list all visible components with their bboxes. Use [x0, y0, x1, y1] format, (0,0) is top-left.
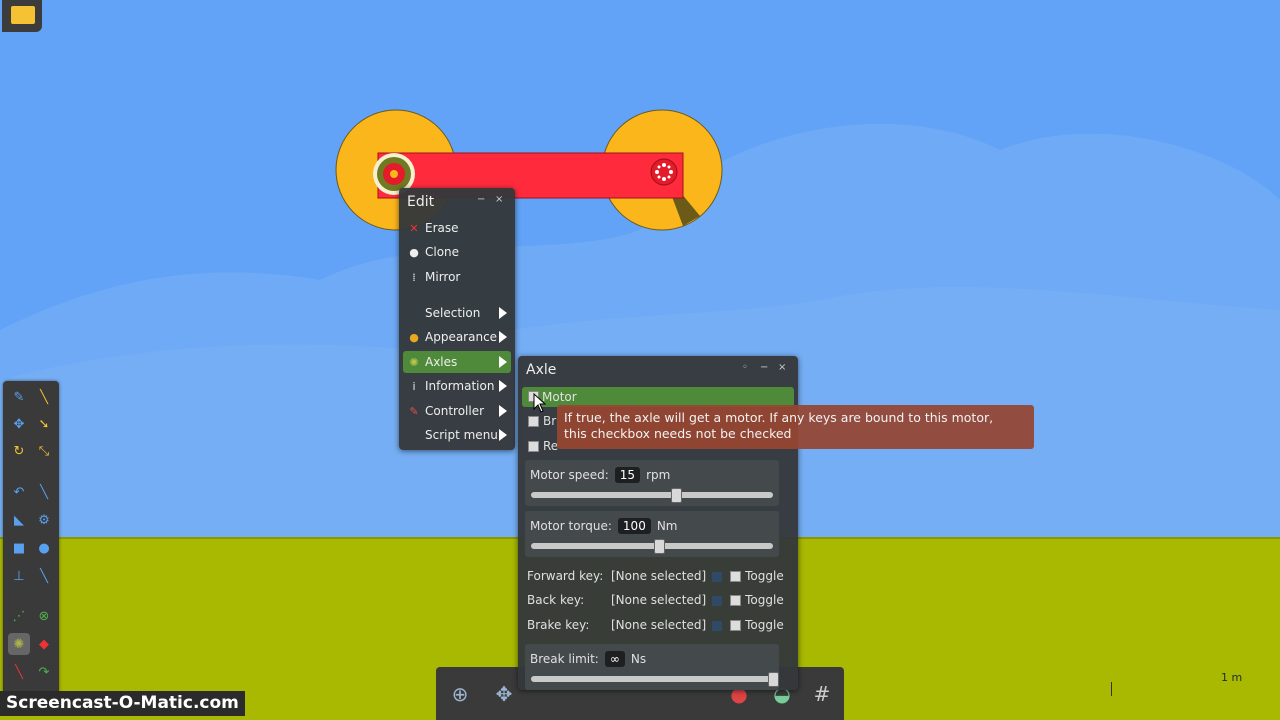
pencil-icon[interactable]: ╲ [33, 386, 55, 408]
mouse-cursor-icon [533, 393, 547, 413]
motor-speed-group: Motor speed: 15 rpm [525, 460, 779, 506]
submenu-arrow-icon [499, 429, 507, 441]
reverse-checkbox-row[interactable]: Re [528, 439, 558, 453]
break-limit-slider-handle[interactable] [768, 672, 779, 687]
submenu-arrow-icon [499, 331, 507, 343]
menu-item-erase[interactable]: ✕ Erase [403, 217, 511, 239]
spring-icon[interactable]: ╲ [33, 565, 55, 587]
edit-menu-title: Edit [407, 194, 435, 210]
minimize-button[interactable]: − [477, 194, 485, 205]
mirror-icon: ⁞ [412, 270, 416, 284]
left-toolbar: ✎ ╲ ✥ ➘ ↻ ⤡ ↶ ╲ ◣ ⚙ ■ ● ⊥ ╲ ⋰ ⊗ ✺ ◆ ╲ ↷ [3, 381, 59, 701]
edit-menu: Edit − × ✕ Erase ● Clone ⁞ Mirror Select… [399, 188, 515, 450]
submenu-arrow-icon [499, 380, 507, 392]
menu-item-clone[interactable]: ● Clone [403, 241, 511, 263]
motor-torque-slider[interactable] [531, 543, 773, 549]
motor-checkbox-row[interactable]: Motor [522, 387, 794, 407]
x-icon: ✕ [409, 221, 419, 235]
grid-icon[interactable]: # [809, 681, 835, 707]
break-limit-group: Break limit: ∞ Ns [525, 644, 779, 690]
zoom-icon[interactable]: ⊕ [447, 681, 473, 707]
scale-icon[interactable]: ⤡ [33, 440, 55, 462]
brake-key-button[interactable] [712, 620, 723, 631]
menu-item-selection[interactable]: Selection [403, 302, 511, 324]
rotate-icon[interactable]: ↻ [8, 440, 30, 462]
box-icon[interactable]: ■ [8, 537, 30, 559]
menu-item-appearance[interactable]: ● Appearance [403, 326, 511, 348]
brush-icon[interactable]: ◣ [8, 509, 30, 531]
close-button[interactable]: × [495, 194, 503, 205]
right-axle [650, 158, 678, 186]
break-limit-slider[interactable] [531, 676, 773, 682]
forward-key-value[interactable]: [None selected] [611, 569, 706, 583]
brake-toggle-checkbox[interactable] [730, 620, 742, 631]
circle-icon[interactable]: ● [33, 537, 55, 559]
submenu-arrow-icon [499, 405, 507, 417]
forward-toggle-checkbox[interactable] [730, 571, 742, 582]
gear-icon[interactable]: ⚙ [33, 509, 55, 531]
break-limit-input[interactable]: ∞ [604, 651, 625, 667]
reverse-checkbox[interactable] [528, 441, 539, 452]
tracer-icon[interactable]: ↷ [33, 661, 55, 683]
forward-key-button[interactable] [712, 571, 723, 582]
watermark: Screencast-O-Matic.com [0, 691, 245, 716]
fixate-icon[interactable]: ⊥ [8, 565, 30, 587]
hook-icon[interactable]: ↶ [8, 481, 30, 503]
motor-speed-slider-handle[interactable] [671, 488, 683, 503]
axle-panel-title: Axle [526, 362, 557, 378]
thruster-icon[interactable]: ◆ [33, 633, 55, 655]
forward-key-row: Forward key: [None selected] Toggle [527, 569, 784, 583]
laser-icon[interactable]: ╲ [8, 661, 30, 683]
folder-icon [11, 6, 35, 24]
menu-item-axles[interactable]: ✺ Axles [403, 351, 511, 373]
motor-speed-slider[interactable] [531, 492, 773, 498]
back-key-button[interactable] [712, 595, 723, 606]
scale-label: 1 m [1221, 671, 1243, 684]
brake-checkbox-row[interactable]: Br [528, 414, 556, 428]
draw-icon[interactable]: ✎ [8, 386, 30, 408]
brake-checkbox[interactable] [528, 416, 539, 427]
open-file-button[interactable] [2, 0, 42, 32]
motor-tooltip: If true, the axle will get a motor. If a… [557, 405, 1034, 449]
pan-icon[interactable]: ✥ [491, 681, 517, 707]
motor-torque-input[interactable]: 100 [617, 518, 651, 534]
back-toggle-checkbox[interactable] [730, 595, 742, 606]
minimize-button[interactable]: − [760, 362, 768, 373]
motor-speed-input[interactable]: 15 [614, 467, 641, 483]
axle-tool-icon[interactable]: ✺ [8, 633, 30, 655]
submenu-arrow-icon [499, 307, 507, 319]
controller-icon: ✎ [409, 404, 419, 418]
brake-key-value[interactable]: [None selected] [611, 618, 706, 632]
back-key-row: Back key: [None selected] Toggle [527, 593, 784, 607]
menu-item-controller[interactable]: ✎ Controller [403, 400, 511, 422]
knife-icon[interactable]: ╲ [33, 481, 55, 503]
axle-icon: ✺ [409, 355, 419, 369]
info-icon: i [412, 379, 416, 393]
chain-icon[interactable]: ⋰ [8, 605, 30, 627]
target-icon[interactable]: ⊗ [33, 605, 55, 627]
scale-tick [1111, 682, 1112, 696]
motor-torque-slider-handle[interactable] [654, 539, 666, 554]
menu-item-script-menu[interactable]: Script menu [403, 424, 511, 446]
brake-key-row: Brake key: [None selected] Toggle [527, 618, 784, 632]
drag-icon[interactable]: ➘ [33, 413, 55, 435]
submenu-arrow-icon [499, 356, 507, 368]
pin-button[interactable]: ◦ [742, 362, 748, 373]
back-key-value[interactable]: [None selected] [611, 593, 706, 607]
palette-icon: ● [409, 330, 419, 344]
menu-item-information[interactable]: i Information [403, 375, 511, 397]
close-button[interactable]: × [778, 362, 786, 373]
menu-item-mirror[interactable]: ⁞ Mirror [403, 266, 511, 288]
motor-torque-group: Motor torque: 100 Nm [525, 511, 779, 557]
move-icon[interactable]: ✥ [8, 413, 30, 435]
clone-icon: ● [409, 245, 419, 259]
